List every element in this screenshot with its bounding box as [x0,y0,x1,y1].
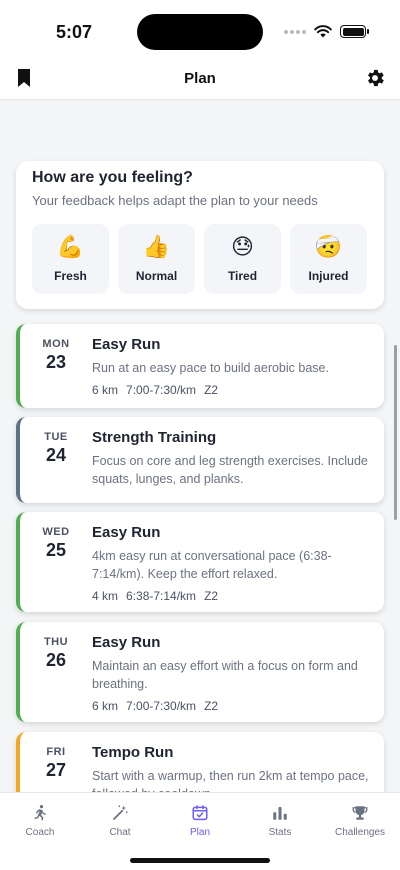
workout-title: Tempo Run [92,744,174,761]
status-time: 5:07 [56,22,93,42]
tab-chat[interactable]: Chat [80,793,160,843]
workout-day: 23 [45,352,67,372]
workout-card-mon[interactable]: MON 23 Easy Run Run at an easy pace to b… [16,324,384,408]
tired-face-icon: 😓 [231,234,254,259]
workout-title: Easy Run [92,524,161,541]
feeling-option-injured[interactable]: 🤕 Injured [290,224,367,294]
workout-body: Strength Training Focus on core and leg … [92,429,372,488]
workout-meta: 6 km 7:00-7:30/km Z2 [92,383,372,397]
tab-bar: Coach Chat Plan Stats Challenges [0,792,400,870]
workout-card-fri[interactable]: FRI 27 Tempo Run Start with a warmup, th… [16,732,384,792]
workout-title: Easy Run [92,634,161,651]
feeling-option-label: Tired [227,269,258,283]
signal-icon [284,29,306,34]
feeling-option-label: Normal [135,269,178,283]
feeling-option-tired[interactable]: 😓 Tired [204,224,281,294]
tab-coach[interactable]: Coach [0,793,80,843]
workout-title: Easy Run [92,336,161,353]
tab-stats[interactable]: Stats [240,793,320,843]
thumbs-up-icon: 👍 [142,234,171,259]
scrollbar[interactable] [394,345,397,520]
wifi-icon [314,25,332,38]
workout-date: THU 26 [20,636,92,671]
tab-plan[interactable]: Plan [160,793,240,843]
workout-dow: TUE [44,431,68,443]
workout-title: Strength Training [92,429,217,446]
workout-zone: Z2 [204,589,219,603]
feeling-subtitle: Your feedback helps adapt the plan to yo… [32,193,318,208]
bar-chart-icon [271,803,289,823]
magic-wand-icon [111,803,129,823]
workout-card-wed[interactable]: WED 25 Easy Run 4km easy run at conversa… [16,512,384,612]
workout-description: Run at an easy pace to build aerobic bas… [92,361,329,375]
workout-meta: 6 km 7:00-7:30/km Z2 [92,699,372,713]
runner-icon [31,803,49,823]
plan-content[interactable]: How are you feeling? Your feedback helps… [0,101,400,792]
gear-icon[interactable] [364,67,386,94]
workout-date: FRI 27 [20,746,92,781]
workout-day: 27 [45,760,67,780]
workout-date: MON 23 [20,338,92,373]
feeling-title: How are you feeling? [32,169,193,186]
nav-bar: Plan [0,62,400,100]
workout-distance: 6 km [92,699,119,713]
workout-zone: Z2 [204,383,219,397]
workout-day: 25 [45,540,67,560]
status-bar: 5:07 [0,0,400,62]
feeling-card: How are you feeling? Your feedback helps… [16,161,384,309]
workout-card-tue[interactable]: TUE 24 Strength Training Focus on core a… [16,417,384,503]
feeling-option-label: Fresh [54,269,87,283]
workout-day: 26 [45,650,67,670]
tab-challenges[interactable]: Challenges [320,793,400,843]
battery-icon [340,25,369,38]
workout-pace: 7:00-7:30/km [126,699,197,713]
feeling-option-fresh[interactable]: 💪 Fresh [32,224,109,294]
workout-zone: Z2 [204,699,219,713]
tab-label: Coach [25,827,55,838]
workout-description: Maintain an easy effort with a focus on … [92,659,358,691]
workout-card-thu[interactable]: THU 26 Easy Run Maintain an easy effort … [16,622,384,722]
workout-distance: 6 km [92,383,119,397]
tab-label: Chat [109,827,131,838]
workout-body: Easy Run 4km easy run at conversational … [92,524,372,603]
feeling-option-label: Injured [308,269,349,283]
bandaged-face-icon: 🤕 [314,234,343,259]
home-indicator [130,858,270,863]
workout-description: Start with a warmup, then run 2km at tem… [92,769,369,792]
workout-date: WED 25 [20,526,92,561]
workout-pace: 6:38-7:14/km [126,589,197,603]
workout-dow: MON [42,338,70,350]
workout-body: Tempo Run Start with a warmup, then run … [92,744,372,792]
calendar-check-icon [191,803,209,823]
workout-meta: 4 km 6:38-7:14/km Z2 [92,589,372,603]
feeling-options: 💪 Fresh 👍 Normal 😓 Tired 🤕 Injured [32,224,368,294]
workout-date: TUE 24 [20,431,92,466]
workout-dow: WED [42,526,70,538]
workout-body: Easy Run Run at an easy pace to build ae… [92,336,372,397]
dynamic-island [137,14,263,50]
tab-label: Stats [268,827,292,838]
workout-pace: 7:00-7:30/km [126,383,197,397]
workout-description: 4km easy run at conversational pace (6:3… [92,549,332,581]
workout-body: Easy Run Maintain an easy effort with a … [92,634,372,713]
workout-day: 24 [45,445,67,465]
workout-dow: THU [43,636,69,648]
page-title: Plan [184,70,216,87]
status-icons [284,25,369,38]
tab-label: Challenges [334,827,386,838]
feeling-option-normal[interactable]: 👍 Normal [118,224,195,294]
workout-dow: FRI [46,746,66,758]
tab-label: Plan [189,827,210,838]
flexed-biceps-icon: 💪 [56,234,85,259]
trophy-icon [351,803,369,823]
workout-distance: 4 km [92,589,119,603]
workout-description: Focus on core and leg strength exercises… [92,454,368,486]
